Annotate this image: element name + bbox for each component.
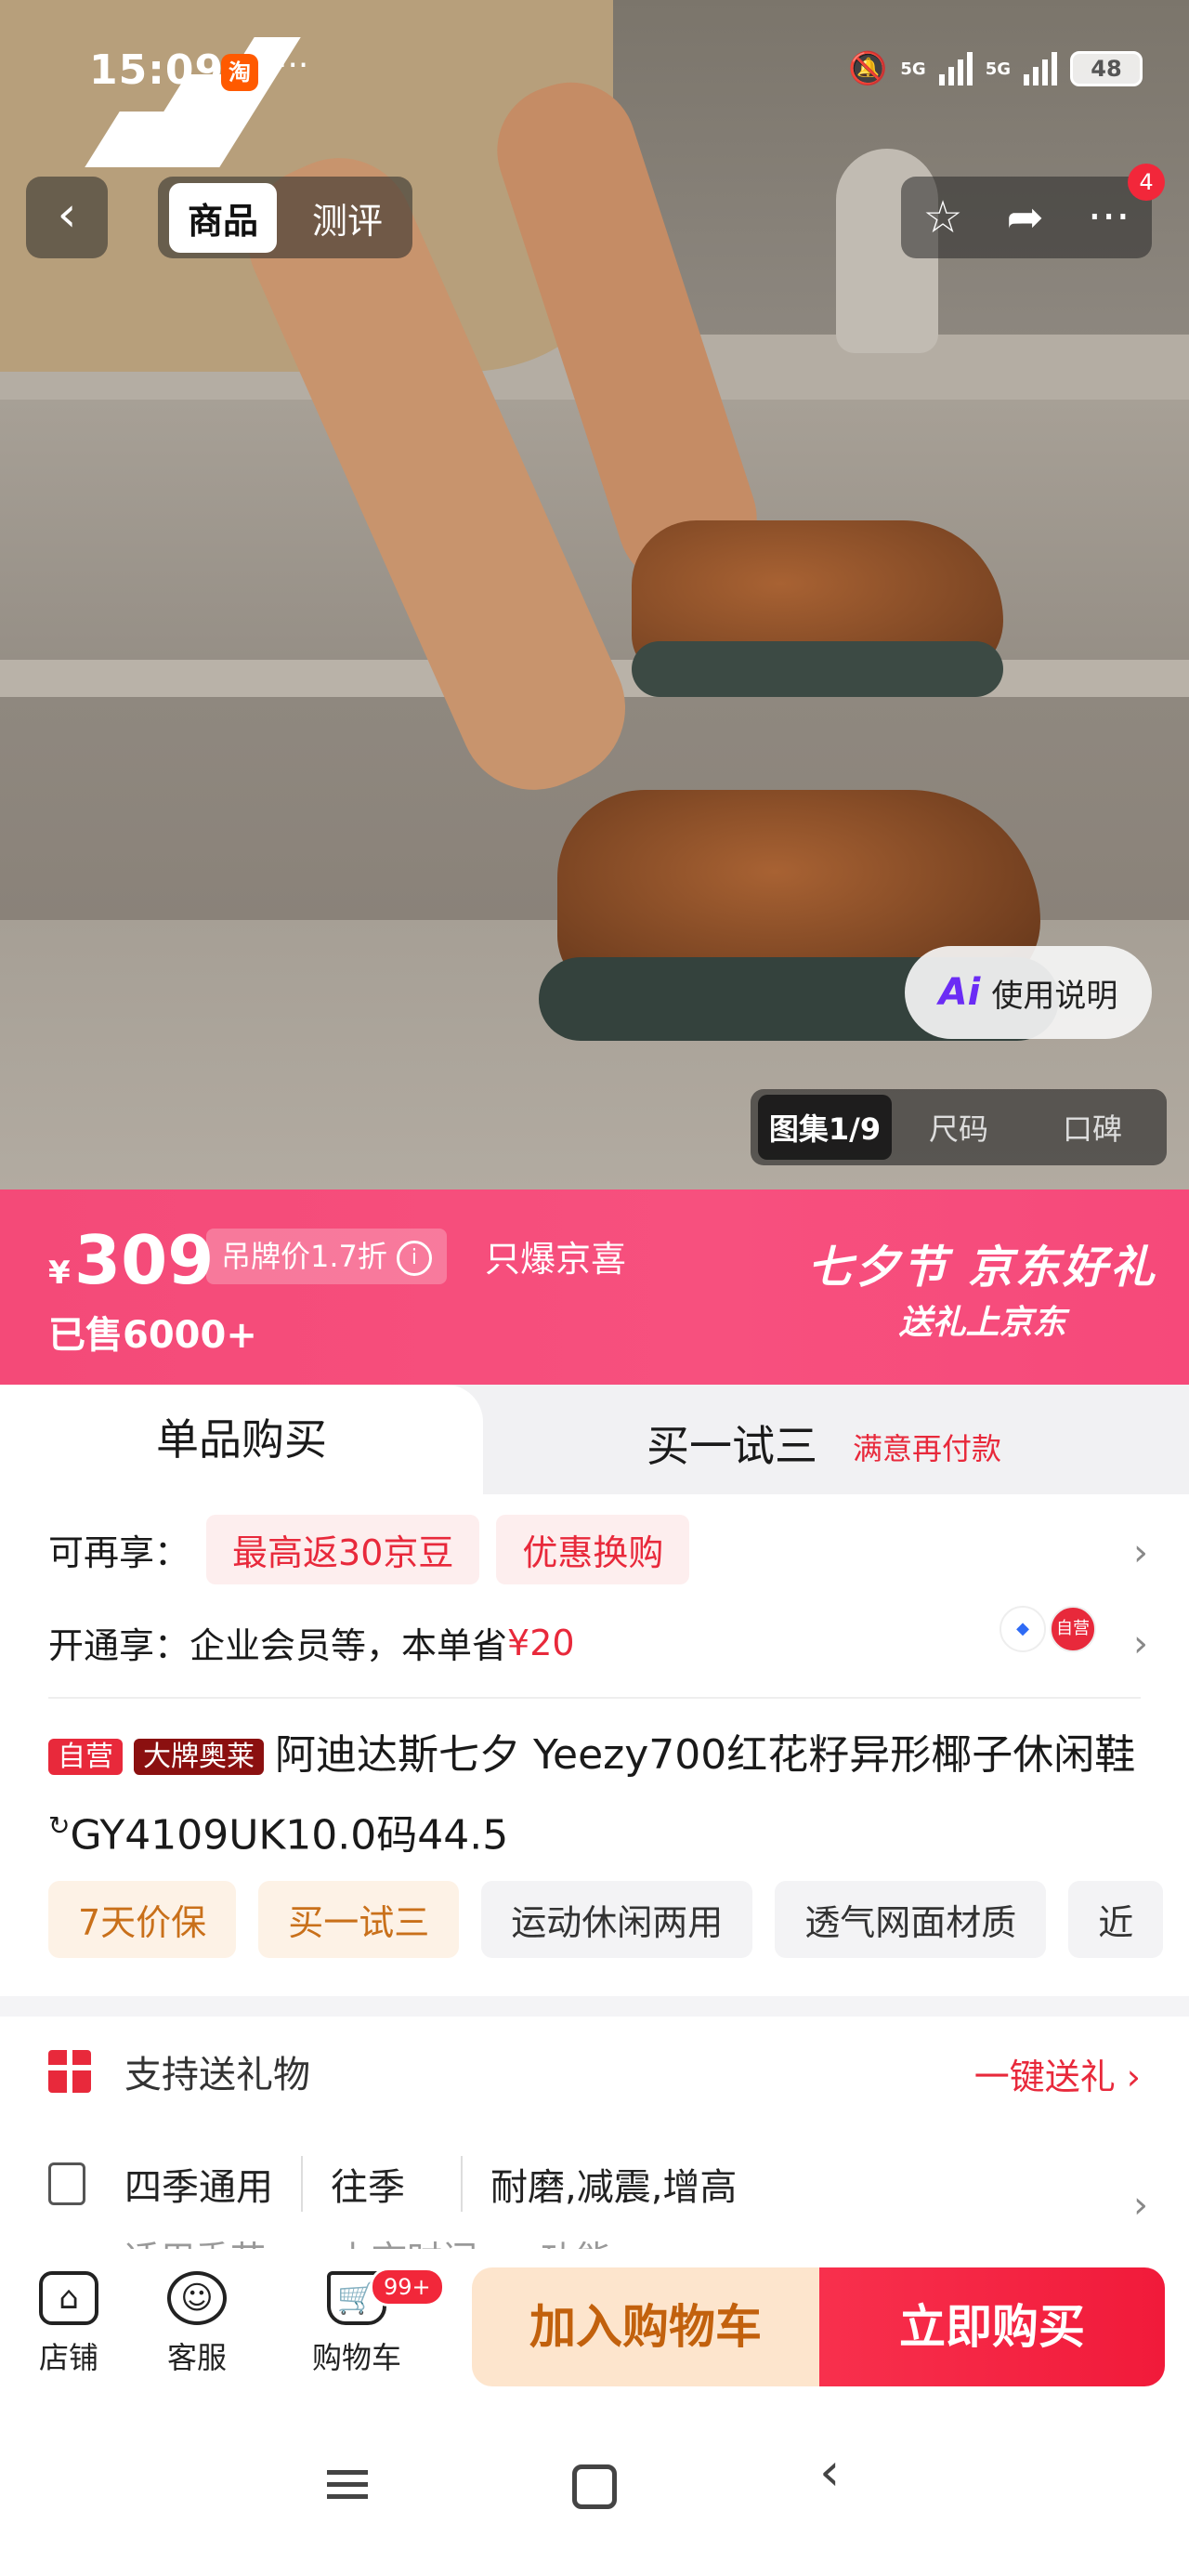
home-icon[interactable] — [572, 2464, 617, 2509]
benefit-label: 可再享： — [48, 1532, 190, 1573]
gift-label: 支持送礼物 — [124, 2054, 310, 2096]
spec-launch: 往季 — [331, 2166, 405, 2209]
chevron-right-icon[interactable]: › — [1133, 1623, 1148, 1665]
signal-icon — [938, 52, 973, 85]
trial-note: 满意再付款 — [853, 1431, 1002, 1466]
more-notifications-icon: ··· — [277, 46, 309, 85]
currency-symbol: ¥ — [48, 1255, 71, 1292]
ai-guide-button[interactable]: Ai 使用说明 — [905, 946, 1152, 1039]
membership-icons: ◆ 自营 — [1000, 1606, 1096, 1652]
document-icon — [48, 2162, 85, 2205]
self-operated-icon: 自营 — [1050, 1606, 1096, 1652]
menu-icon[interactable] — [327, 2463, 368, 2506]
ai-icon: Ai — [938, 971, 981, 1014]
sole-decor — [632, 641, 1003, 697]
back-button[interactable]: ‹ — [26, 177, 108, 258]
tab-single-buy[interactable]: 单品购买 — [0, 1385, 483, 1494]
self-operated-badge: 自营 — [48, 1739, 123, 1775]
tab-review[interactable]: 测评 — [294, 183, 401, 253]
divider — [461, 2156, 463, 2212]
feature-tag[interactable]: 运动休闲两用 — [481, 1881, 753, 1958]
diamond-icon: ◆ — [1000, 1606, 1046, 1652]
ai-guide-label: 使用说明 — [991, 977, 1118, 1015]
add-to-cart-button[interactable]: 加入购物车 — [472, 2267, 819, 2386]
battery-icon: 48 — [1070, 51, 1143, 86]
gallery-tab-size[interactable]: 尺码 — [892, 1106, 1026, 1149]
spec-feature: 耐磨,减震,增高 — [490, 2166, 738, 2209]
signal-label: 5G — [900, 59, 926, 79]
status-bar: 15:09 淘 ··· 🔕 5G 5G 48 — [0, 46, 1189, 102]
chevron-right-icon[interactable]: › — [1133, 1531, 1148, 1574]
product-title: 自营 大牌奥莱 阿迪达斯七夕 Yeezy700红花籽异形椰子休闲鞋 ↻GY4109UK… — [48, 1721, 1144, 1871]
promo-title: 七夕节 京东好礼 — [807, 1242, 1157, 1294]
benefit-row[interactable]: 可再享： 最高返30京豆 优惠换购 — [48, 1515, 690, 1584]
promo-subtitle: 送礼上京东 — [898, 1304, 1066, 1342]
back-nav-icon[interactable]: ‹ — [819, 2442, 840, 2503]
price: 309 — [74, 1221, 215, 1299]
tab-product[interactable]: 商品 — [169, 182, 278, 253]
feature-tags: 7天价保 买一试三 运动休闲两用 透气网面材质 近 — [48, 1881, 1164, 1958]
chevron-right-icon[interactable]: › — [1133, 2184, 1148, 2227]
benefit-chip[interactable]: 优惠换购 — [496, 1515, 690, 1584]
sold-count: 已售6000+ — [48, 1314, 257, 1357]
message-count-badge: 4 — [1128, 164, 1165, 201]
membership-row[interactable]: 开通享： 企业会员等，本单省 ¥20 — [48, 1617, 575, 1668]
store-label: 店铺 — [38, 2340, 98, 2375]
feature-tag[interactable]: 买一试三 — [258, 1881, 460, 1958]
star-icon[interactable]: ☆ — [922, 191, 962, 243]
more-icon[interactable]: ··· — [1088, 191, 1130, 243]
mute-icon: 🔕 — [848, 50, 888, 87]
product-info-card: 可再享： 最高返30京豆 优惠换购 › 开通享： 企业会员等，本单省 ¥20 ◆… — [0, 1494, 1189, 1996]
send-gift-link[interactable]: 一键送礼 › — [974, 2048, 1141, 2099]
exclusive-label: 只爆京喜 — [485, 1239, 627, 1280]
store-button[interactable]: ⌂ 店铺 — [13, 2271, 124, 2377]
qixi-promo[interactable]: 七夕节 京东好礼 送礼上京东 — [807, 1230, 1157, 1344]
membership-text: 企业会员等，本单省 — [189, 1625, 508, 1666]
tag-price-label: 吊牌价1.7折 — [221, 1239, 387, 1274]
brand-outlet-badge: 大牌奥莱 — [134, 1739, 264, 1775]
info-icon: i — [396, 1241, 432, 1276]
service-label: 客服 — [166, 2340, 227, 2375]
taobao-icon: 淘 — [221, 54, 258, 91]
gift-row: 支持送礼物 — [48, 2044, 310, 2098]
feature-tag[interactable]: 透气网面材质 — [775, 1881, 1047, 1958]
bottom-action-bar: ⌂ 店铺 ☺ 客服 🛒 购物车 99+ 加入购物车 立即购买 — [0, 2249, 1189, 2398]
signal-icon — [1024, 52, 1057, 85]
service-button[interactable]: ☺ 客服 — [141, 2271, 253, 2377]
membership-saving: ¥20 — [507, 1622, 575, 1663]
feature-tag[interactable]: 近 — [1068, 1881, 1164, 1958]
refresh-icon[interactable]: ↻ — [48, 1810, 70, 1841]
price-banner: ¥ 309 吊牌价1.7折 i 只爆京喜 已售6000+ 七夕节 京东好礼 送礼上… — [0, 1189, 1189, 1385]
gallery-tab-images[interactable]: 图集1/9 — [758, 1095, 892, 1160]
product-title-text: 阿迪达斯七夕 Yeezy700红花籽异形椰子休闲鞋 — [275, 1731, 1136, 1779]
gallery-switcher: 图集1/9 尺码 口碑 — [751, 1089, 1167, 1165]
cart-label: 购物车 — [311, 2340, 401, 2375]
signal-label: 5G — [985, 59, 1011, 79]
share-icon[interactable]: ➦ — [1007, 191, 1044, 243]
buy-now-button[interactable]: 立即购买 — [819, 2267, 1165, 2386]
divider — [301, 2156, 303, 2212]
gallery-tab-reviews[interactable]: 口碑 — [1026, 1106, 1159, 1149]
spec-season: 四季通用 — [124, 2166, 273, 2209]
spec-row[interactable]: 四季通用 往季 耐磨,减震,增高 — [48, 2156, 737, 2212]
membership-label: 开通享： — [48, 1625, 190, 1666]
service-icon: ☺ — [167, 2271, 227, 2325]
purchase-mode-tabs: 单品购买 买一试三 满意再付款 — [0, 1385, 1189, 1494]
system-navigation-bar: ‹ — [0, 2398, 1189, 2576]
tag-price-discount[interactable]: 吊牌价1.7折 i — [206, 1229, 447, 1284]
gift-and-specs-card: 支持送礼物 一键送礼 › 四季通用 往季 耐磨,减震,增高 适用季节 上市时间 … — [0, 2017, 1189, 2267]
store-icon: ⌂ — [39, 2271, 98, 2325]
divider — [48, 1697, 1141, 1699]
page-tabs: 商品 测评 — [158, 177, 413, 258]
product-title-suffix: GY4109UK10.0码44.5 — [70, 1811, 509, 1860]
clock: 15:09 — [89, 46, 225, 94]
action-group: ☆ ➦ ··· — [901, 177, 1152, 258]
cart-count-badge: 99+ — [370, 2267, 445, 2307]
benefit-chip[interactable]: 最高返30京豆 — [206, 1515, 480, 1584]
tab-try-three[interactable]: 买一试三 — [647, 1413, 817, 1474]
gift-icon — [48, 2050, 91, 2093]
feature-tag[interactable]: 7天价保 — [48, 1881, 237, 1958]
